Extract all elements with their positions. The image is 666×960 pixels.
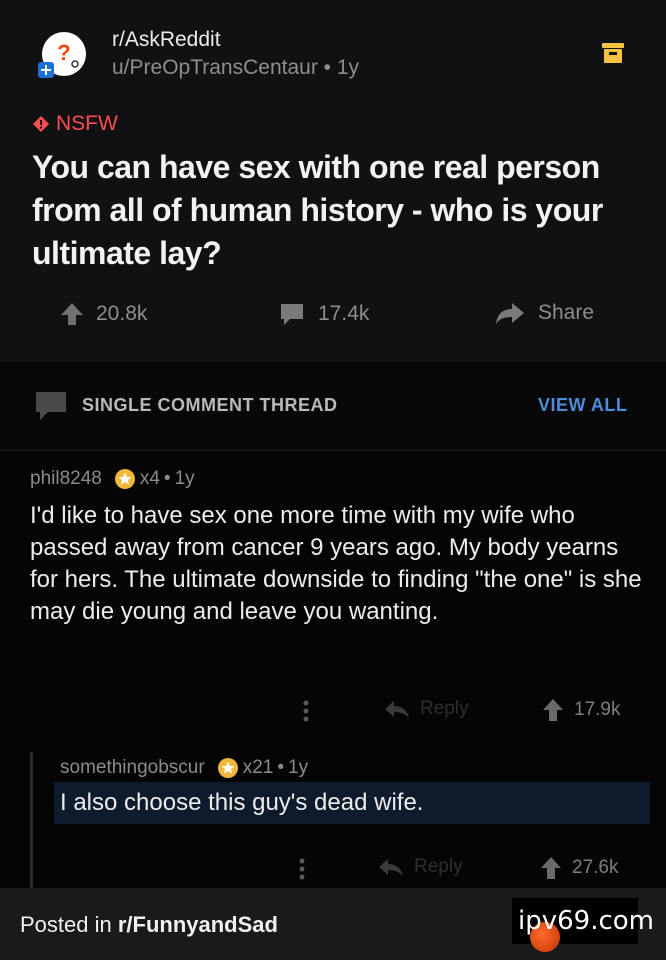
post-title[interactable]: You can have sex with one real person fr…: [32, 146, 632, 275]
view-all-link[interactable]: VIEW ALL: [538, 395, 627, 416]
comment-upvote-button[interactable]: 17.9k: [542, 698, 620, 722]
meta-separator: •: [277, 757, 284, 778]
comment-meta: somethingobscur x21 • 1y: [60, 757, 308, 779]
save-icon[interactable]: [600, 40, 626, 66]
award-icon[interactable]: [114, 468, 136, 490]
subreddit-name[interactable]: r/AskReddit: [112, 28, 221, 52]
comment-body: I also choose this guy's dead wife.: [60, 789, 424, 816]
watermark-text: ipv69.com: [518, 906, 654, 936]
comment-icon: [281, 304, 303, 325]
comment-count: 17.4k: [318, 302, 370, 325]
thread-icon: [36, 392, 66, 420]
upvote-icon: [541, 857, 561, 879]
meta-separator: •: [323, 56, 337, 79]
comments-button[interactable]: 17.4k: [278, 301, 369, 327]
share-button[interactable]: Share: [494, 301, 594, 325]
share-label: Share: [538, 301, 595, 324]
reply-label: Reply: [420, 698, 469, 719]
reply-button[interactable]: Reply: [378, 856, 463, 878]
share-icon: [496, 303, 524, 324]
reply-button[interactable]: Reply: [384, 698, 469, 720]
comment-username[interactable]: somethingobscur: [60, 757, 205, 779]
vote-count: 27.6k: [572, 857, 619, 878]
award-count: x4: [139, 468, 160, 489]
award-count: x21: [242, 757, 274, 778]
comment-upvote-button[interactable]: 27.6k: [540, 856, 618, 880]
post-author-line: u/PreOpTransCentaur • 1y: [112, 56, 359, 80]
meta-separator: •: [163, 468, 171, 489]
posted-in-prefix: Posted in: [20, 912, 118, 937]
footer-subreddit-link[interactable]: r/FunnyandSad: [118, 912, 278, 937]
svg-text:?: ?: [57, 40, 70, 65]
more-icon[interactable]: [298, 857, 306, 881]
subreddit-avatar-icon[interactable]: ?: [38, 30, 90, 82]
upvote-icon: [543, 699, 563, 721]
comment-age: 1y: [288, 757, 309, 778]
vote-count: 17.9k: [574, 699, 621, 720]
more-icon[interactable]: [302, 699, 310, 723]
reply-icon: [385, 701, 409, 718]
posted-in-text: Posted in r/FunnyandSad: [20, 912, 278, 938]
reply-label: Reply: [414, 856, 463, 877]
thread-line: [30, 752, 33, 890]
upvote-icon: [61, 303, 83, 325]
post-age: 1y: [336, 56, 360, 79]
post-author[interactable]: u/PreOpTransCentaur: [112, 56, 318, 79]
nsfw-badge: NSFW: [32, 112, 118, 136]
upvote-count: 20.8k: [96, 302, 148, 325]
award-icon[interactable]: [217, 757, 239, 779]
comment-age: 1y: [174, 468, 195, 489]
comment-meta: phil8248 x4 • 1y: [30, 468, 195, 490]
comment-body: I'd like to have sex one more time with …: [30, 502, 642, 625]
comment-username[interactable]: phil8248: [30, 468, 102, 490]
thread-label: SINGLE COMMENT THREAD: [82, 395, 338, 415]
nsfw-icon: [33, 116, 49, 132]
reply-icon: [379, 859, 403, 876]
nsfw-label: NSFW: [56, 112, 118, 135]
upvote-button[interactable]: 20.8k: [60, 301, 147, 327]
